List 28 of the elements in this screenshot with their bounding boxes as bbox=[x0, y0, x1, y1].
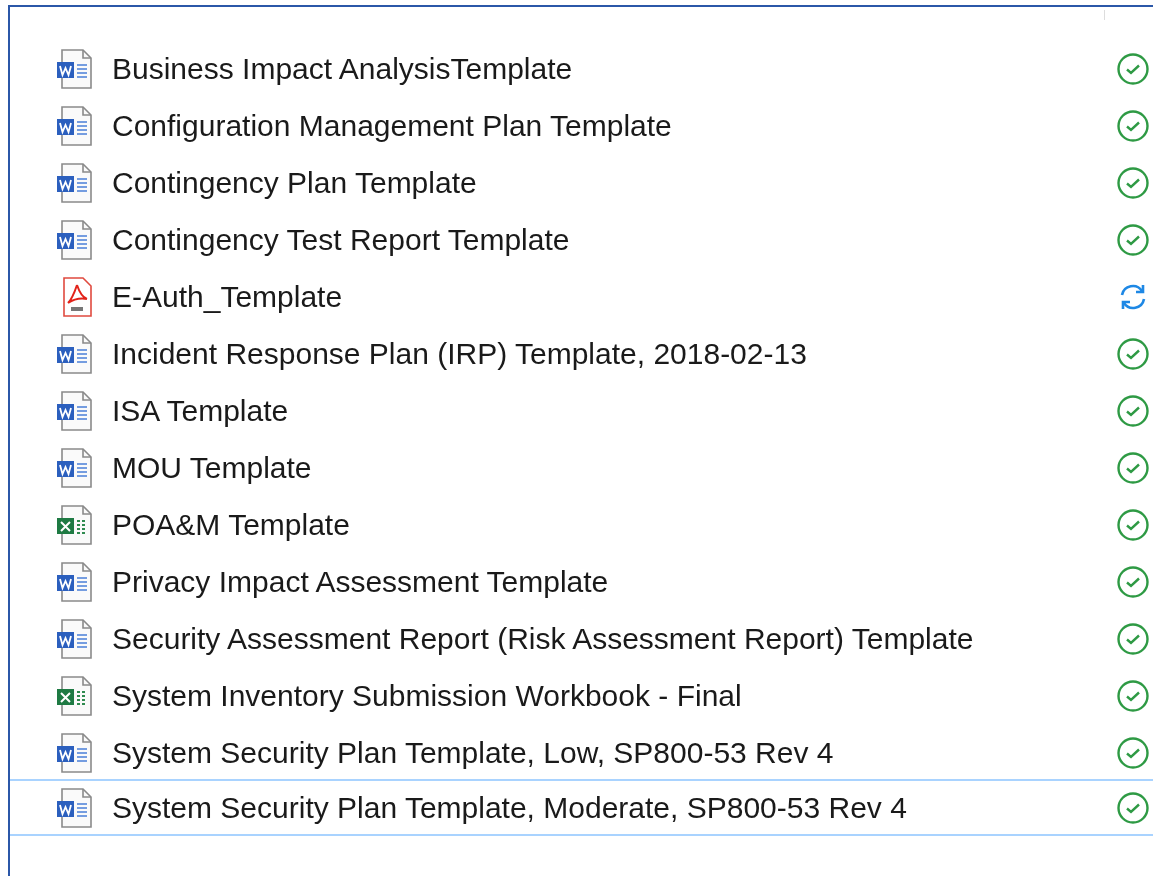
file-name: ISA Template bbox=[112, 393, 290, 428]
file-name: Incident Response Plan (IRP) Template, 2018-02-13 bbox=[112, 336, 808, 371]
file-row[interactable]: Incident Response Plan (IRP) Template, 2018-02-13 bbox=[10, 325, 1153, 382]
file-name: Configuration Management Plan Template bbox=[112, 108, 673, 143]
file-name: Security Assessment Report (Risk Assessment Report) Template bbox=[112, 621, 975, 656]
file-name: Privacy Impact Assessment Template bbox=[112, 564, 610, 599]
file-name: Contingency Test Report Template bbox=[112, 222, 571, 257]
file-row[interactable]: System Security Plan Template, Moderate, SP800-53 Rev 4 bbox=[10, 779, 1153, 836]
file-row[interactable]: E-Auth_Template bbox=[10, 268, 1153, 325]
file-row[interactable]: Privacy Impact Assessment Template bbox=[10, 553, 1153, 610]
file-row[interactable]: System Security Plan Template, Low, SP800-53 Rev 4 bbox=[10, 724, 1153, 781]
file-name: Business Impact AnalysisTemplate bbox=[112, 51, 574, 86]
file-name: MOU Template bbox=[112, 450, 313, 485]
file-name: POA&M Template bbox=[112, 507, 351, 542]
file-row[interactable]: Contingency Plan Template bbox=[10, 154, 1153, 211]
file-name: System Security Plan Template, Low, SP800-53 Rev 4 bbox=[112, 735, 835, 770]
file-row[interactable]: Contingency Test Report Template bbox=[10, 211, 1153, 268]
file-name: System Security Plan Template, Moderate, SP800-53 Rev 4 bbox=[112, 790, 908, 825]
file-row[interactable]: Configuration Management Plan Template bbox=[10, 97, 1153, 154]
file-row[interactable]: Business Impact AnalysisTemplate bbox=[10, 40, 1153, 97]
file-row[interactable]: MOU Template bbox=[10, 439, 1153, 496]
file-name: System Inventory Submission Workbook - Final bbox=[112, 678, 743, 713]
file-row[interactable]: POA&M Template bbox=[10, 496, 1153, 553]
file-row[interactable]: System Inventory Submission Workbook - Final bbox=[10, 667, 1153, 724]
file-row[interactable]: ISA Template bbox=[10, 382, 1153, 439]
file-name: E-Auth_Template bbox=[112, 279, 344, 314]
file-row[interactable]: Security Assessment Report (Risk Assessment Report) Template bbox=[10, 610, 1153, 667]
file-name: Contingency Plan Template bbox=[112, 165, 478, 200]
